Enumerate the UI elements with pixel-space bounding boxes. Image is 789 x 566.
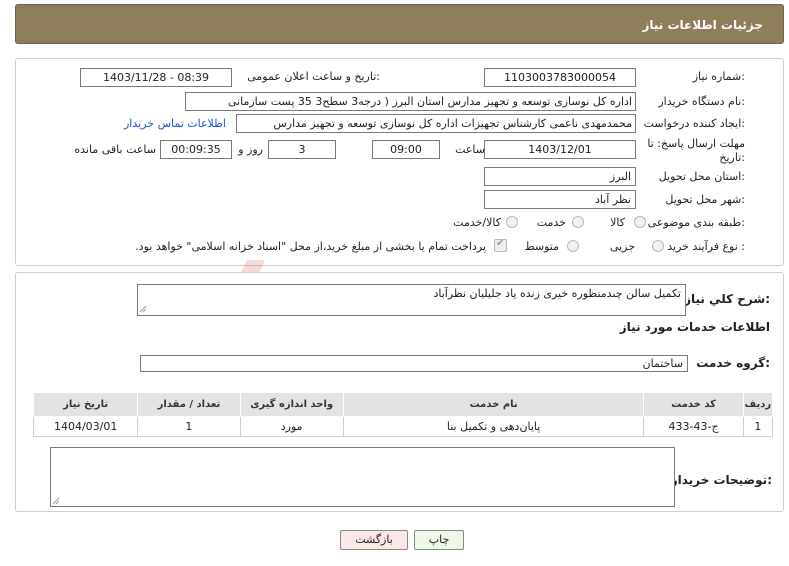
page-header: جزئیات اطلاعات نیاز xyxy=(15,4,784,44)
summary-textarea[interactable]: تکمیل سالن چندمنظوره خیری زنده یاد جلیلی… xyxy=(137,284,686,316)
process-medium-radio[interactable] xyxy=(567,240,579,252)
cell-need-date: 1404/03/01 xyxy=(32,416,139,437)
category-goods-radio[interactable] xyxy=(634,216,646,228)
category-goods-service-radio[interactable] xyxy=(506,216,518,228)
cell-service-code: ج-43-433 xyxy=(643,416,744,437)
resize-grip-icon xyxy=(52,497,60,505)
back-button[interactable]: بازگشت xyxy=(340,530,408,550)
buyer-contact-link[interactable]: اطلاعات تماس خریدار xyxy=(124,117,226,130)
deadline-time-field: 09:00 xyxy=(372,140,440,159)
cell-row-number: 1 xyxy=(742,416,774,437)
need-number-label: شماره نیاز: xyxy=(692,70,745,83)
request-creator-field: محمدمهدی ناعمی کارشناس تجهیزات اداره کل … xyxy=(236,114,636,133)
deadline-label: مهلت ارسال پاسخ: تا تاریخ: xyxy=(647,137,745,164)
treasury-payment-checkbox[interactable] xyxy=(494,238,507,252)
province-field: البرز xyxy=(484,167,636,186)
service-group-label: گروه خدمت: xyxy=(696,356,770,370)
category-goods-label: کالا xyxy=(610,216,625,229)
request-creator-label: ایجاد کننده درخواست: xyxy=(643,117,745,130)
process-minor-label: جزیی xyxy=(609,240,635,253)
remaining-label: ساعت باقی مانده xyxy=(74,143,156,156)
table-header-row: ردیف کد خدمت نام خدمت واحد اندازه گیری ت… xyxy=(32,392,774,417)
province-label: استان محل تحویل: xyxy=(658,170,745,183)
col-service-name: نام خدمت xyxy=(342,392,645,417)
category-label: طبقه بندی موضوعی: xyxy=(647,216,745,229)
col-row-number: ردیف xyxy=(742,392,774,417)
cell-quantity: 1 xyxy=(137,416,241,437)
col-unit: واحد اندازه گیری xyxy=(239,392,344,417)
col-quantity: تعداد / مقدار xyxy=(137,392,241,417)
process-type-label: نوع فرآیند خرید : xyxy=(667,240,745,253)
process-medium-label: متوسط xyxy=(524,240,559,253)
city-label: شهر محل تحویل: xyxy=(665,193,745,206)
col-need-date: تاریخ نیاز xyxy=(32,392,139,417)
resize-grip-icon xyxy=(139,305,147,313)
city-field: نظر آباد xyxy=(484,190,636,209)
treasury-payment-note: پرداخت تمام یا بخشی از مبلغ خرید،از محل … xyxy=(135,240,486,253)
category-goods-service-label: کالا/خدمت xyxy=(453,216,501,229)
summary-label: شرح کلي نياز: xyxy=(684,292,770,306)
days-label: روز و xyxy=(238,143,263,156)
table-row: 1 ج-43-433 پایان‌دهی و تکمیل بنا مورد 1 … xyxy=(32,416,774,437)
col-service-code: کد خدمت xyxy=(643,392,744,417)
need-number-field: 1103003783000054 xyxy=(484,68,636,87)
services-section-title: اطلاعات خدمات مورد نیاز xyxy=(619,320,770,334)
category-service-label: خدمت xyxy=(536,216,566,229)
summary-text: تکمیل سالن چندمنظوره خیری زنده یاد جلیلی… xyxy=(433,287,682,300)
announce-date-label: تاریخ و ساعت اعلان عمومی: xyxy=(247,70,380,83)
announce-date-field: 1403/11/28 - 08:39 xyxy=(80,68,232,87)
services-table: ردیف کد خدمت نام خدمت واحد اندازه گیری ت… xyxy=(32,392,774,437)
cell-service-name: پایان‌دهی و تکمیل بنا xyxy=(342,416,645,437)
page-title: جزئیات اطلاعات نیاز xyxy=(642,18,763,32)
buyer-notes-textarea[interactable] xyxy=(50,447,675,507)
deadline-time-label: ساعت xyxy=(455,143,485,156)
days-left-field: 3 xyxy=(268,140,336,159)
buyer-org-field: اداره کل نوسازی توسعه و تجهیز مدارس استا… xyxy=(185,92,636,111)
service-group-field: ساختمان xyxy=(140,355,688,372)
print-button[interactable]: چاپ xyxy=(414,530,464,550)
process-minor-radio[interactable] xyxy=(652,240,664,252)
services-table-wrapper: ردیف کد خدمت نام خدمت واحد اندازه گیری ت… xyxy=(32,392,774,437)
cell-unit: مورد xyxy=(239,416,344,437)
deadline-date-field: 1403/12/01 xyxy=(484,140,636,159)
buyer-org-label: نام دستگاه خریدار: xyxy=(658,95,745,108)
buyer-notes-label: توضیحات خریدار: xyxy=(670,473,772,487)
remaining-time-field: 00:09:35 xyxy=(160,140,232,159)
category-service-radio[interactable] xyxy=(572,216,584,228)
